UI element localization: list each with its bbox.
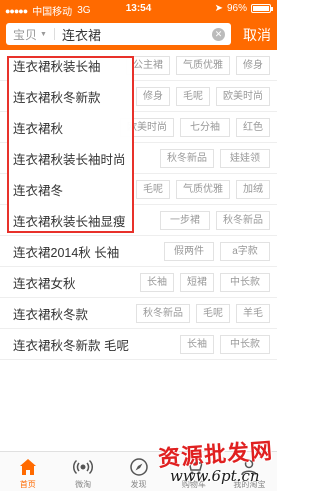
suggestion-keyword[interactable]: 连衣裙秋装长袖显瘦 (13, 211, 126, 230)
suggestion-tag[interactable]: 秋冬新品 (136, 304, 190, 323)
suggestion-tag[interactable]: 加绒 (236, 180, 270, 199)
suggestion-tags: 长袖 中长款 (180, 335, 270, 354)
tab-label: 微淘 (75, 480, 92, 489)
tab-cart[interactable]: 购物车 (166, 452, 221, 491)
tab-discover[interactable]: 发现 (111, 452, 166, 491)
suggestion-tag[interactable]: 娃娃领 (220, 149, 270, 168)
tab-label: 首页 (19, 480, 36, 489)
suggestion-tag[interactable]: 七分袖 (180, 118, 230, 137)
tab-label: 购物车 (181, 480, 206, 489)
tab-label: 发现 (130, 480, 147, 489)
suggestion-tags: 一步裙 秋冬新品 (160, 211, 270, 230)
suggestion-tag[interactable]: 修身 (136, 87, 170, 106)
tab-home[interactable]: 首页 (0, 452, 55, 491)
search-box[interactable]: 宝贝 ▼ 连衣裙 ✕ (6, 23, 231, 45)
suggestion-tags: 假两件 a字款 (164, 242, 270, 261)
suggestion-row[interactable]: 连衣裙冬 毛呢 气质优雅 加绒 (0, 174, 277, 205)
cart-icon (185, 460, 203, 475)
suggestion-tag[interactable]: 一步裙 (160, 211, 210, 230)
suggestion-tag[interactable]: 中长款 (220, 335, 270, 354)
suggestion-tag[interactable]: 羊毛 (236, 304, 270, 323)
suggestion-tag[interactable]: 短裙 (180, 273, 214, 292)
status-right: ➤ 96% (214, 3, 273, 14)
suggestion-row[interactable]: 连衣裙秋装长袖时尚 秋冬新品 娃娃领 (0, 143, 277, 174)
search-divider (53, 28, 55, 40)
suggestion-tags: 欧美时尚 七分袖 红色 (120, 118, 270, 137)
location-icon: ➤ (214, 3, 223, 14)
suggestion-keyword[interactable]: 连衣裙2014秋 长袖 (13, 242, 119, 261)
suggestion-tag[interactable]: 中长款 (220, 273, 270, 292)
battery-icon (251, 4, 273, 13)
tab-label: 我的淘宝 (233, 480, 266, 489)
suggestion-tags: 秋冬新品 娃娃领 (160, 149, 270, 168)
suggestion-row[interactable]: 连衣裙秋冬新款 修身 毛呢 欧美时尚 (0, 81, 277, 112)
suggestion-keyword[interactable]: 连衣裙女秋 (13, 273, 76, 292)
person-icon (241, 459, 258, 476)
suggestion-keyword[interactable]: 连衣裙秋冬新款 毛呢 (13, 335, 129, 354)
suggestion-tag[interactable]: 公主裙 (126, 56, 170, 75)
cancel-button[interactable]: 取消 (243, 25, 271, 45)
tab-my-taobao[interactable]: 我的淘宝 (222, 452, 277, 491)
tab-weitao[interactable]: 微淘 (55, 452, 110, 491)
suggestion-tags: 秋冬新品 毛呢 羊毛 (136, 304, 270, 323)
suggestion-tags: 毛呢 气质优雅 加绒 (136, 180, 270, 199)
clear-icon[interactable]: ✕ (212, 27, 225, 41)
suggestion-list: 连衣裙秋装长袖 公主裙 气质优雅 修身 连衣裙秋冬新款 修身 毛呢 欧美时尚 连… (0, 50, 277, 360)
suggestion-row[interactable]: 连衣裙2014秋 长袖 假两件 a字款 (0, 236, 277, 267)
broadcast-icon (73, 459, 94, 475)
suggestion-tag[interactable]: 修身 (236, 56, 270, 75)
suggestion-tag[interactable]: 毛呢 (176, 87, 210, 106)
search-header: 宝贝 ▼ 连衣裙 ✕ 取消 (0, 18, 277, 50)
suggestion-row[interactable]: 连衣裙秋冬新款 毛呢 长袖 中长款 (0, 329, 277, 360)
suggestion-row[interactable]: 连衣裙秋装长袖显瘦 一步裙 秋冬新品 (0, 205, 277, 236)
suggestion-tag[interactable]: 长袖 (140, 273, 174, 292)
compass-icon (129, 458, 148, 476)
suggestion-tags: 修身 毛呢 欧美时尚 (136, 87, 270, 106)
suggestion-tag[interactable]: 秋冬新品 (216, 211, 270, 230)
suggestion-tag[interactable]: 假两件 (164, 242, 214, 261)
suggestion-tag[interactable]: 长袖 (180, 335, 214, 354)
suggestion-tag[interactable]: 欧美时尚 (216, 87, 270, 106)
suggestion-tag[interactable]: 毛呢 (196, 304, 230, 323)
suggestion-keyword[interactable]: 连衣裙秋冬新款 (13, 87, 101, 106)
suggestion-tag[interactable]: 毛呢 (136, 180, 170, 199)
suggestion-tag[interactable]: a字款 (220, 242, 270, 261)
suggestion-tag[interactable]: 秋冬新品 (160, 149, 214, 168)
suggestion-keyword[interactable]: 连衣裙冬 (13, 180, 63, 199)
suggestion-keyword[interactable]: 连衣裙秋 (13, 118, 63, 137)
chevron-down-icon: ▼ (40, 30, 47, 38)
search-input[interactable]: 连衣裙 (62, 25, 212, 44)
battery-percent: 96% (226, 3, 247, 14)
suggestion-tag[interactable]: 红色 (236, 118, 270, 137)
suggestion-tag[interactable]: 气质优雅 (176, 56, 230, 75)
suggestion-row[interactable]: 连衣裙秋 欧美时尚 七分袖 红色 (0, 112, 277, 143)
suggestion-keyword[interactable]: 连衣裙秋装长袖 (13, 56, 101, 75)
search-scope-selector[interactable]: 宝贝 ▼ (6, 26, 47, 43)
suggestion-row[interactable]: 连衣裙秋冬款 秋冬新品 毛呢 羊毛 (0, 298, 277, 329)
tab-bar: 首页 微淘 发现 购物车 我的淘宝 (0, 451, 277, 491)
suggestion-tags: 长袖 短裙 中长款 (140, 273, 270, 292)
suggestion-keyword[interactable]: 连衣裙秋冬款 (13, 304, 88, 323)
search-scope-label: 宝贝 (13, 27, 38, 42)
suggestion-tag[interactable]: 欧美时尚 (120, 118, 174, 137)
suggestion-tags: 公主裙 气质优雅 修身 (126, 56, 270, 75)
home-icon (19, 459, 36, 475)
suggestion-row[interactable]: 连衣裙女秋 长袖 短裙 中长款 (0, 267, 277, 298)
suggestion-row[interactable]: 连衣裙秋装长袖 公主裙 气质优雅 修身 (0, 50, 277, 81)
suggestion-tag[interactable]: 气质优雅 (176, 180, 230, 199)
suggestion-keyword[interactable]: 连衣裙秋装长袖时尚 (13, 149, 126, 168)
status-bar: ●●●●● 中国移动 3G 13:54 ➤ 96% (0, 0, 277, 18)
